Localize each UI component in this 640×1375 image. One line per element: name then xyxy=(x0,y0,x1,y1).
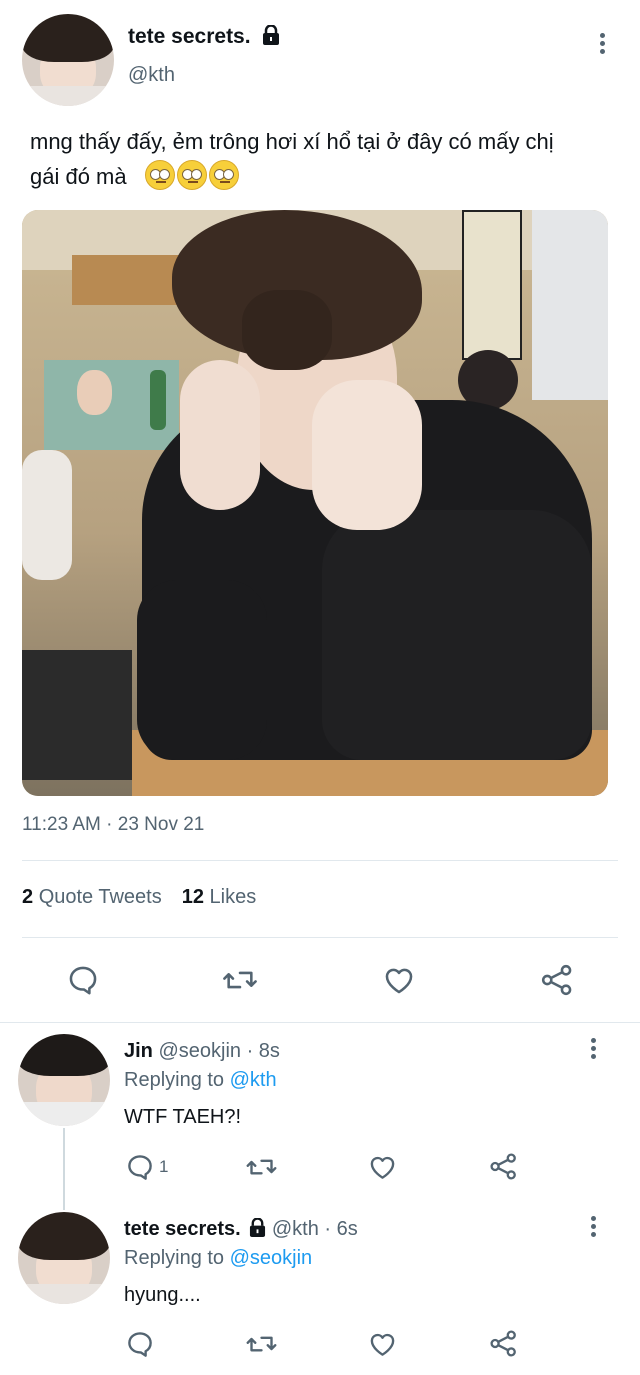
share-button[interactable] xyxy=(539,962,575,998)
tweet-text-line1: mng thấy đấy, ẻm trông hơi xí hổ tại ở đ… xyxy=(30,129,554,154)
reply-avatar[interactable] xyxy=(18,1034,110,1126)
reply-avatar[interactable] xyxy=(18,1212,110,1304)
reply-count: 1 xyxy=(159,1157,169,1176)
reply-text: hyung.... xyxy=(124,1284,201,1306)
more-icon[interactable] xyxy=(588,1216,598,1242)
author-handle[interactable]: @kth xyxy=(128,64,175,87)
share-icon xyxy=(490,1153,516,1180)
retweet-icon xyxy=(246,1159,277,1175)
replying-to: Replying to @seokjin xyxy=(124,1247,312,1270)
share-icon xyxy=(541,964,572,996)
reply-author-meta[interactable]: @kth · 6s xyxy=(272,1218,358,1240)
replying-prefix: Replying to xyxy=(124,1069,225,1091)
more-icon[interactable] xyxy=(597,33,607,59)
share-icon xyxy=(490,1330,516,1357)
like-icon xyxy=(370,1156,395,1179)
like-button[interactable] xyxy=(367,1329,398,1359)
author-avatar[interactable] xyxy=(22,14,114,106)
likes-count: 12 xyxy=(181,886,204,908)
rolling-eyes-emoji xyxy=(144,160,175,190)
retweet-icon xyxy=(246,1336,277,1352)
reply-icon xyxy=(128,1332,152,1357)
like-icon xyxy=(370,1333,395,1356)
divider xyxy=(22,937,618,938)
retweet-button[interactable] xyxy=(245,1152,278,1182)
author-name[interactable]: tete secrets. xyxy=(128,25,251,48)
like-icon xyxy=(385,968,413,994)
lock-icon xyxy=(263,25,280,45)
reply-author-name[interactable]: Jin xyxy=(124,1040,153,1062)
lock-icon xyxy=(250,1218,266,1237)
reply-text: WTF TAEH?! xyxy=(124,1106,242,1128)
quote-tweets-link[interactable]: 2 Quote Tweets xyxy=(22,886,162,908)
quote-tweets-count: 2 xyxy=(22,886,34,908)
author-name-row[interactable]: tete secrets. xyxy=(128,25,280,49)
like-button[interactable] xyxy=(381,963,417,997)
reply-author-name[interactable]: tete secrets. xyxy=(124,1218,241,1240)
likes-link[interactable]: 12 Likes xyxy=(182,886,257,908)
share-button[interactable] xyxy=(488,1328,519,1359)
reply-author-meta[interactable]: @seokjin · 8s xyxy=(158,1040,279,1062)
quote-tweets-label: Quote Tweets xyxy=(38,886,162,908)
rolling-eyes-emoji xyxy=(208,160,239,190)
divider xyxy=(22,860,618,861)
likes-label: Likes xyxy=(209,886,257,908)
thread-line xyxy=(63,1128,65,1210)
tweet-text: mng thấy đấy, ẻm trông hơi xí hổ tại ở đ… xyxy=(30,124,630,194)
tweet-timestamp[interactable]: 11:23 AM · 23 Nov 21 xyxy=(22,814,204,836)
share-button[interactable] xyxy=(488,1151,519,1182)
reply-button[interactable] xyxy=(125,1329,159,1359)
reply-icon xyxy=(128,1155,152,1180)
retweet-button[interactable] xyxy=(221,963,259,997)
reply-button[interactable]: 1 xyxy=(125,1152,168,1182)
rolling-eyes-emoji xyxy=(176,160,207,190)
tweet-text-line2: gái đó mà xyxy=(30,164,127,189)
reply-icon xyxy=(69,966,97,995)
replying-to-link[interactable]: @seokjin xyxy=(230,1247,313,1269)
tweet-stats: 2 Quote Tweets 12 Likes xyxy=(22,886,256,909)
more-icon[interactable] xyxy=(588,1038,598,1064)
divider xyxy=(0,1022,640,1023)
replying-to: Replying to @kth xyxy=(124,1069,277,1092)
like-button[interactable] xyxy=(367,1152,398,1182)
retweet-icon xyxy=(223,971,257,989)
reply-header[interactable]: Jin @seokjin · 8s xyxy=(124,1040,280,1063)
replying-prefix: Replying to xyxy=(124,1247,225,1269)
retweet-button[interactable] xyxy=(245,1329,278,1359)
tweet-photo[interactable] xyxy=(22,210,608,796)
replying-to-link[interactable]: @kth xyxy=(230,1069,277,1091)
reply-header[interactable]: tete secrets. @kth · 6s xyxy=(124,1218,358,1241)
reply-button[interactable] xyxy=(66,963,100,997)
